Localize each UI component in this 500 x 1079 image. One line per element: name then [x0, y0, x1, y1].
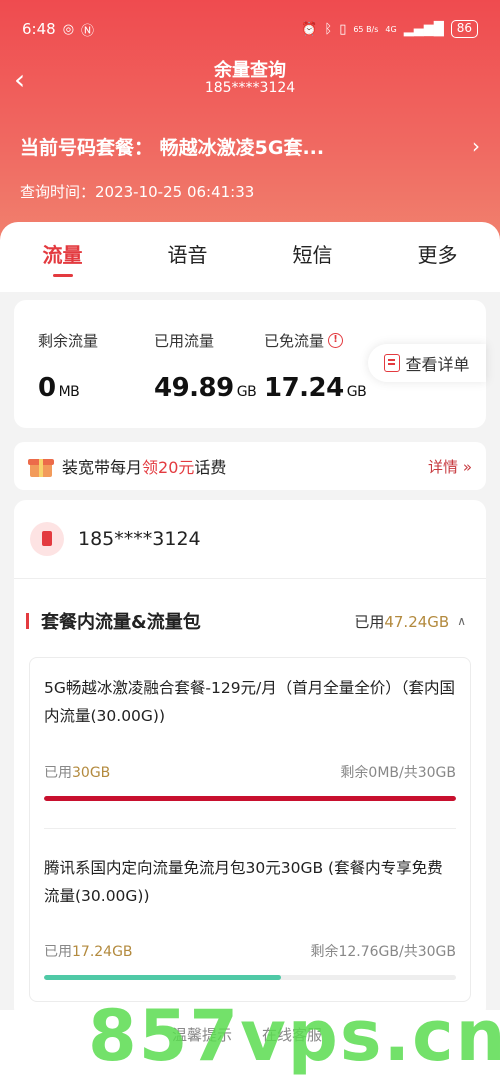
document-icon	[384, 354, 401, 372]
info-icon[interactable]: !	[328, 333, 344, 348]
package-section-header[interactable]: 套餐内流量&流量包 已用47.24GB ∧	[26, 608, 466, 634]
divider	[44, 828, 456, 829]
package-progress-fill	[44, 975, 281, 980]
network-type: 4G	[385, 24, 397, 34]
sim-card-icon	[30, 522, 64, 556]
package-card: 185****3124 套餐内流量&流量包 已用47.24GB ∧ 5G畅越冰激…	[14, 500, 486, 1020]
used-data-value: 49.89	[154, 373, 234, 403]
promo-highlight: 领20元	[142, 458, 195, 477]
promo-details-link[interactable]: 详情 »	[428, 456, 472, 477]
plan-label: 当前号码套餐：	[20, 136, 154, 159]
status-bar: 6:48 ◎ Ⓝ ⏰ ᛒ ▯ 65 B/s 4G ▂▄▆█ 86	[22, 16, 478, 42]
tab-more[interactable]: 更多	[375, 222, 500, 292]
remaining-data-label: 剩余流量	[38, 332, 99, 350]
nfc-icon: Ⓝ	[81, 23, 95, 39]
active-tab-indicator	[52, 274, 73, 277]
promo-text-before: 装宽带每月	[62, 458, 143, 477]
package-usage: 已用17.24GB 剩余12.76GB/共30GB	[44, 941, 456, 981]
free-data-unit: GB	[346, 384, 367, 400]
view-details-button[interactable]: 查看详单	[368, 344, 486, 382]
package-usage: 已用30GB 剩余0MB/共30GB	[44, 762, 456, 802]
package-remaining: 剩余0MB/共30GB	[340, 765, 456, 781]
net-speed: 65 B/s	[353, 24, 379, 34]
free-data: 已免流量 ! 17.24 GB	[264, 330, 367, 403]
section-title: 套餐内流量&流量包	[41, 612, 201, 633]
watermark: 857vps.cn	[88, 995, 500, 1077]
tab-label: 更多	[417, 243, 458, 267]
section-used-prefix: 已用	[354, 612, 385, 631]
package-used-value: 17.24GB	[72, 944, 133, 960]
package-remaining: 剩余12.76GB/共30GB	[310, 944, 456, 960]
header: 6:48 ◎ Ⓝ ⏰ ᛒ ▯ 65 B/s 4G ▂▄▆█ 86 ‹ 余量查询 …	[0, 0, 500, 250]
package-used-prefix: 已用	[44, 765, 72, 781]
package-name: 5G畅越冰激凌融合套餐-129元/月（首月全量全价）（套内国内流量(30.00G…	[44, 679, 456, 725]
package-item: 腾讯系国内定向流量免流月包30元30GB (套餐内专享免费流量(30.00G))	[44, 854, 456, 910]
chevron-right-icon: ›	[472, 134, 480, 158]
page-title: 余量查询	[214, 60, 286, 81]
used-data: 已用流量 49.89 GB	[154, 330, 257, 403]
alarm-icon: ⏰	[301, 21, 318, 37]
section-accent-bar	[26, 613, 29, 629]
tab-data[interactable]: 流量	[0, 222, 125, 292]
package-progress-fill	[44, 796, 456, 801]
divider	[14, 578, 486, 579]
promo-details-label: 详情	[428, 457, 459, 476]
promo-text-after: 话费	[194, 458, 227, 477]
tab-label: 流量	[42, 243, 83, 267]
data-summary-card: 剩余流量 0 MB 已用流量 49.89 GB 已免流量 ! 17.24 GB 查看详…	[14, 300, 486, 428]
free-data-label: 已免流量	[264, 332, 325, 350]
current-plan-row[interactable]: 当前号码套餐： 畅越冰激凌5G套... ›	[20, 131, 480, 161]
chevron-up-icon[interactable]: ∧	[457, 614, 466, 628]
gift-icon	[28, 454, 54, 478]
card-phone-number: 185****3124	[78, 528, 201, 550]
package-progress-track	[44, 796, 456, 801]
section-used-value: 47.24GB	[384, 612, 450, 631]
used-data-unit: GB	[236, 384, 257, 400]
vibrate-icon: ▯	[339, 21, 347, 37]
status-time: 6:48	[22, 20, 56, 38]
package-item: 5G畅越冰激凌融合套餐-129元/月（首月全量全价）（套内国内流量(30.00G…	[44, 674, 456, 730]
page-subtitle-phone: 185****3124	[204, 80, 296, 96]
tab-bar: 流量 语音 短信 更多	[0, 222, 500, 292]
battery-icon: 86	[450, 20, 478, 38]
phone-row: 185****3124	[30, 522, 201, 556]
remaining-data-value: 0	[38, 373, 56, 403]
plan-name: 畅越冰激凌5G套...	[159, 136, 325, 159]
tab-sms[interactable]: 短信	[250, 222, 375, 292]
package-progress-track	[44, 975, 456, 980]
tab-label: 短信	[292, 243, 333, 267]
tab-label: 语音	[167, 243, 208, 267]
view-details-label: 查看详单	[405, 355, 470, 374]
package-list: 5G畅越冰激凌融合套餐-129元/月（首月全量全价）（套内国内流量(30.00G…	[29, 657, 471, 1002]
section-used: 已用47.24GB	[354, 611, 449, 632]
notification-icon: ◎	[62, 21, 75, 37]
package-used-prefix: 已用	[44, 944, 72, 960]
remaining-data-unit: MB	[58, 384, 80, 400]
signal-icon: ▂▄▆█	[403, 21, 444, 37]
package-name: 腾讯系国内定向流量免流月包30元30GB (套餐内专享免费流量(30.00G))	[44, 859, 443, 905]
bluetooth-icon: ᛒ	[324, 21, 333, 37]
free-data-value: 17.24	[264, 373, 344, 403]
package-used-value: 30GB	[72, 765, 111, 781]
double-chevron-right-icon: »	[462, 457, 472, 476]
broadband-promo-banner[interactable]: 装宽带每月 领20元 话费 详情 »	[14, 442, 486, 490]
remaining-data: 剩余流量 0 MB	[38, 330, 98, 403]
used-data-label: 已用流量	[154, 332, 215, 350]
query-time: 查询时间：2023-10-25 06:41:33	[20, 183, 255, 201]
tab-voice[interactable]: 语音	[125, 222, 250, 292]
